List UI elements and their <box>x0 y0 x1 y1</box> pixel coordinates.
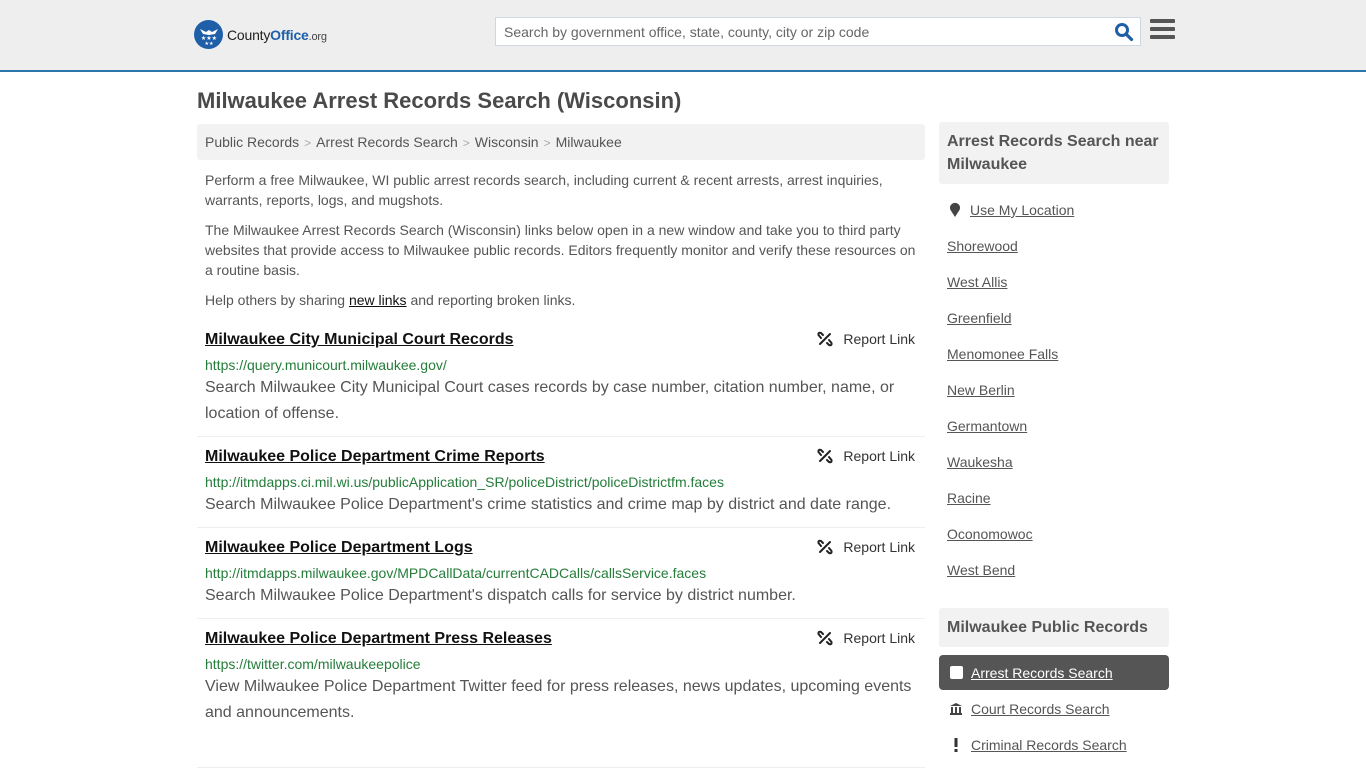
search-input[interactable] <box>496 18 1096 45</box>
nearby-link[interactable]: Shorewood <box>947 238 1018 254</box>
nearby-link[interactable]: Waukesha <box>947 454 1013 470</box>
breadcrumb-arrest-records-search[interactable]: Arrest Records Search <box>316 134 458 150</box>
use-my-location[interactable]: Use My Location <box>949 202 1074 218</box>
listing-title-link[interactable]: Milwaukee Police Department Logs <box>205 539 473 557</box>
intro-paragraph: Help others by sharing new links and rep… <box>205 292 576 308</box>
breadcrumb-separator: > <box>304 136 312 150</box>
listing-url: https://twitter.com/milwaukeepolice <box>205 656 421 672</box>
svg-text:★★: ★★ <box>204 41 213 46</box>
nearby-link[interactable]: Racine <box>947 490 991 506</box>
listing-title-link[interactable]: Milwaukee City Municipal Court Records <box>205 331 514 349</box>
breadcrumb-milwaukee[interactable]: Milwaukee <box>556 134 622 150</box>
listing-description: View Milwaukee Police Department Twitter… <box>205 678 912 721</box>
listing-item: Milwaukee Police Department Press Releas… <box>197 630 925 768</box>
square-icon <box>949 666 963 679</box>
listing-item: Milwaukee Police Department Logs Report … <box>197 539 925 619</box>
listing-description: Search Milwaukee Police Department's cri… <box>205 496 892 513</box>
breadcrumb-public-records[interactable]: Public Records <box>205 134 299 150</box>
listing-title-link[interactable]: Milwaukee Police Department Press Releas… <box>205 630 552 648</box>
hamburger-menu-icon[interactable] <box>1150 19 1175 41</box>
broken-link-icon <box>817 331 833 347</box>
use-my-location-link[interactable]: Use My Location <box>970 202 1074 218</box>
nearby-link[interactable]: Menomonee Falls <box>947 346 1058 362</box>
sidebar-item-criminal-records[interactable]: Criminal Records Search <box>939 727 1169 762</box>
breadcrumb: Public Records > Arrest Records Search > Wis… <box>197 124 925 160</box>
new-links-link[interactable]: new links <box>349 292 407 308</box>
eagle-stars-icon: ★★★ ★★ <box>194 20 223 49</box>
nearby-link[interactable]: Greenfield <box>947 310 1012 326</box>
site-header: ★★★ ★★ CountyOffice.org <box>0 0 1366 72</box>
breadcrumb-separator: > <box>462 136 470 150</box>
nearby-link[interactable]: West Allis <box>947 274 1007 290</box>
intro-text: Perform a free Milwaukee, WI public arre… <box>205 170 921 320</box>
nearby-heading: Arrest Records Search near Milwaukee <box>939 122 1169 184</box>
breadcrumb-wisconsin[interactable]: Wisconsin <box>475 134 539 150</box>
nearby-link[interactable]: West Bend <box>947 562 1015 578</box>
site-logo[interactable]: ★★★ ★★ CountyOffice.org <box>194 20 327 49</box>
search-icon[interactable] <box>1114 22 1134 42</box>
listing-item: Milwaukee City Municipal Court Records R… <box>197 331 925 437</box>
listing-url: http://itmdapps.milwaukee.gov/MPDCallDat… <box>205 565 707 581</box>
intro-paragraph: The Milwaukee Arrest Records Search (Wis… <box>205 222 916 278</box>
listing-title-link[interactable]: Milwaukee Police Department Crime Report… <box>205 448 545 466</box>
broken-link-icon <box>817 630 833 646</box>
listing-url: http://itmdapps.ci.mil.wi.us/publicAppli… <box>205 474 724 490</box>
map-pin-icon <box>950 202 960 217</box>
listing-url: https://query.municourt.milwaukee.gov/ <box>205 357 447 373</box>
page-title: Milwaukee Arrest Records Search (Wiscons… <box>197 88 682 113</box>
exclamation-icon <box>949 737 963 752</box>
nearby-link[interactable]: Germantown <box>947 418 1027 434</box>
listing-item: Milwaukee Police Department Crime Report… <box>197 448 925 528</box>
intro-paragraph: Perform a free Milwaukee, WI public arre… <box>205 172 883 208</box>
logo-text: CountyOffice.org <box>227 26 327 43</box>
sidebar-item-arrest-records[interactable]: Arrest Records Search <box>939 655 1169 690</box>
nearby-link[interactable]: New Berlin <box>947 382 1015 398</box>
breadcrumb-separator: > <box>543 136 551 150</box>
broken-link-icon <box>817 448 833 464</box>
courthouse-icon <box>949 702 963 716</box>
public-records-heading: Milwaukee Public Records <box>939 608 1169 647</box>
nearby-link[interactable]: Oconomowoc <box>947 526 1033 542</box>
listing-description: Search Milwaukee City Municipal Court ca… <box>205 379 895 422</box>
listing-description: Search Milwaukee Police Department's dis… <box>205 587 796 604</box>
report-link-button[interactable]: Report Link <box>817 331 915 347</box>
report-link-button[interactable]: Report Link <box>817 630 915 646</box>
search-bar <box>495 17 1141 46</box>
sidebar-item-court-records[interactable]: Court Records Search <box>939 691 1169 726</box>
report-link-button[interactable]: Report Link <box>817 539 915 555</box>
broken-link-icon <box>817 539 833 555</box>
report-link-button[interactable]: Report Link <box>817 448 915 464</box>
